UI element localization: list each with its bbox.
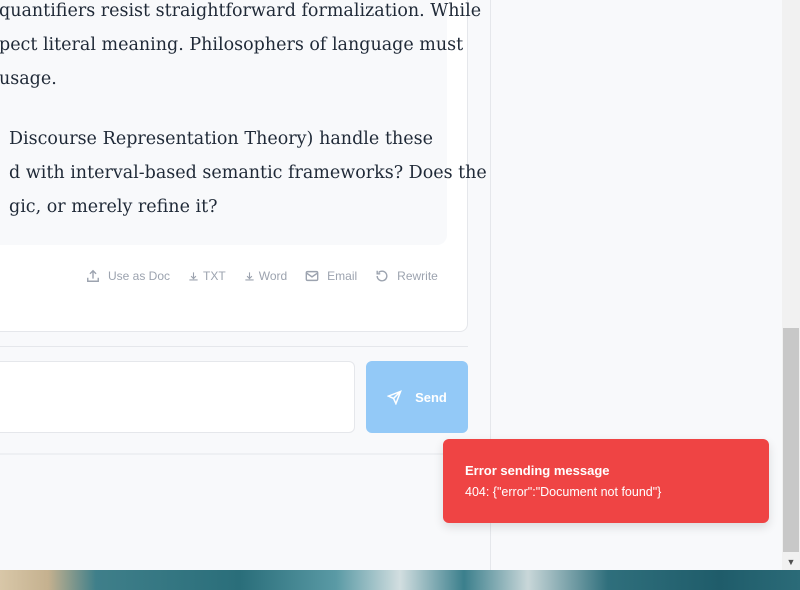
message-paragraph-1: quantifiers resist straightforward forma… (0, 0, 482, 96)
assistant-message: quantifiers resist straightforward forma… (0, 0, 487, 245)
mail-icon (305, 270, 319, 282)
word-label: Word (258, 269, 288, 283)
rewrite-icon (376, 270, 388, 282)
message-actions: Use as Doc TXT Word Email Rewrite (86, 266, 438, 286)
email-button[interactable]: Email (305, 269, 357, 283)
download-txt-button[interactable]: TXT (188, 269, 226, 283)
composer-bottom-border (0, 453, 490, 455)
message-input[interactable] (0, 361, 355, 433)
download-icon (245, 271, 254, 280)
rewrite-button[interactable]: Rewrite (375, 269, 438, 283)
message-line: d with interval-based semantic framework… (9, 163, 487, 183)
desktop-wallpaper (0, 570, 800, 590)
download-icon (189, 271, 198, 280)
txt-label: TXT (203, 269, 226, 283)
use-as-doc-label: Use as Doc (108, 269, 171, 283)
message-line: gic, or merely refine it? (9, 197, 218, 217)
message-line: pect literal meaning. Philosophers of la… (0, 35, 464, 55)
error-toast: Error sending message 404: {"error":"Doc… (443, 439, 769, 523)
toast-title: Error sending message (465, 463, 610, 478)
scroll-down-arrow-icon[interactable]: ▼ (782, 554, 800, 570)
message-line: quantifiers resist straightforward forma… (0, 1, 482, 21)
toast-message: 404: {"error":"Document not found"} (465, 485, 662, 499)
download-word-button[interactable]: Word (244, 269, 287, 283)
send-button[interactable]: Send (366, 361, 468, 433)
message-line: usage. (0, 69, 57, 89)
upload-icon (87, 269, 99, 282)
send-label: Send (415, 389, 447, 405)
scrollbar-thumb[interactable] (783, 328, 799, 552)
message-line: Discourse Representation Theory) handle … (9, 129, 433, 149)
use-as-doc-button[interactable]: Use as Doc (86, 269, 170, 283)
message-paragraph-2: Discourse Representation Theory) handle … (9, 122, 487, 224)
send-icon (387, 389, 402, 405)
rewrite-label: Rewrite (397, 269, 438, 283)
composer-divider (0, 346, 468, 347)
email-label: Email (327, 269, 358, 283)
